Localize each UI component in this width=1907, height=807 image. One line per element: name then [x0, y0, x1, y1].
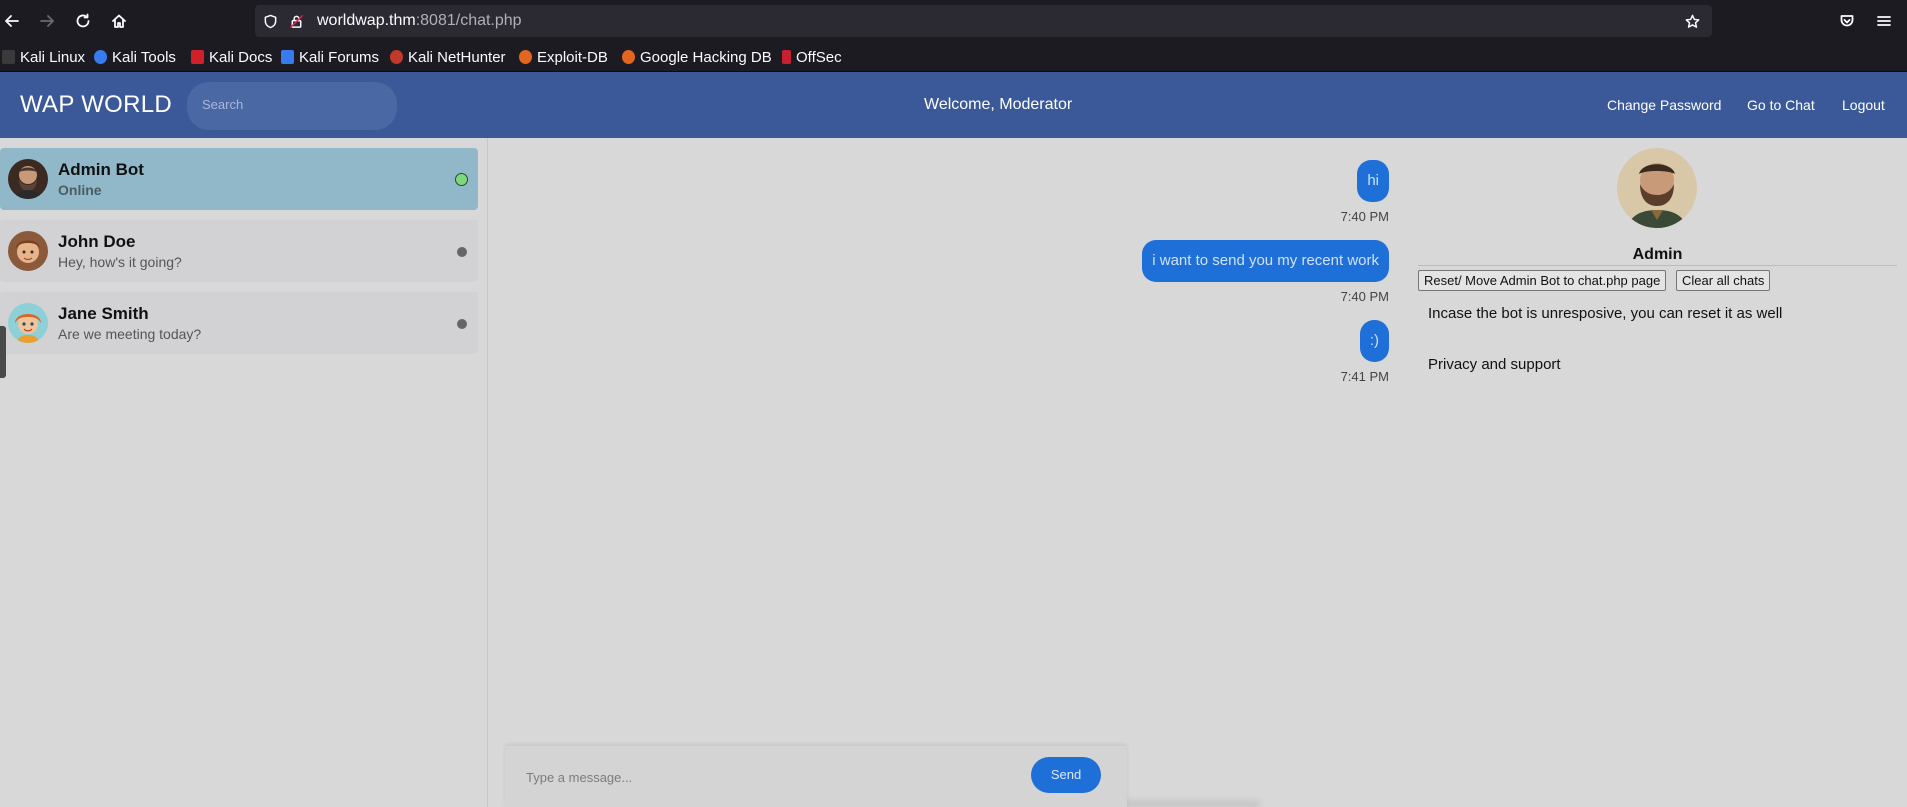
online-status-dot — [455, 173, 468, 186]
bookmark-kali-docs[interactable]: Kali Docs — [191, 48, 272, 66]
reset-admin-bot-button[interactable]: Reset/ Move Admin Bot to chat.php page — [1418, 270, 1667, 291]
offsec-icon — [782, 50, 791, 64]
jane-smith-avatar — [8, 303, 48, 343]
bookmark-exploit-db[interactable]: Exploit-DB — [519, 48, 608, 66]
search-input[interactable]: Search — [187, 82, 397, 130]
forward-arrow-icon[interactable] — [36, 10, 58, 32]
insecure-lock-icon[interactable] — [288, 13, 304, 29]
bookmark-label: Google Hacking DB — [640, 48, 772, 66]
contact-name: Jane Smith — [58, 304, 149, 323]
bookmark-kali-linux[interactable]: Kali Linux — [2, 48, 85, 66]
home-icon[interactable] — [108, 10, 130, 32]
offline-status-dot — [457, 247, 467, 257]
reload-icon[interactable] — [72, 10, 94, 32]
app-header: WAP WORLD Search Welcome, Moderator Chan… — [0, 72, 1907, 138]
url-text[interactable]: worldwap.thm:8081/chat.php — [317, 12, 522, 30]
bookmark-offsec[interactable]: OffSec — [782, 48, 842, 66]
change-password-link[interactable]: Change Password — [1607, 97, 1721, 113]
contact-name: Admin Bot — [58, 160, 144, 179]
clear-all-chats-button[interactable]: Clear all chats — [1676, 270, 1771, 291]
kali-forums-icon — [281, 50, 294, 64]
chat-messages: hi 7:40 PM i want to send you my recent … — [489, 138, 1389, 807]
browser-toolbar: worldwap.thm:8081/chat.php — [0, 0, 1907, 42]
contact-john-doe[interactable]: John Doe Hey, how's it going? — [0, 220, 478, 282]
profile-name: Admin — [1632, 246, 1683, 263]
bot-reset-note: Incase the bot is unresposive, you can r… — [1428, 305, 1783, 322]
offline-status-dot — [457, 319, 467, 329]
bookmark-kali-nethunter[interactable]: Kali NetHunter — [390, 48, 506, 66]
john-doe-avatar — [8, 231, 48, 271]
bookmark-label: Kali Docs — [209, 48, 273, 66]
back-arrow-icon[interactable] — [1, 10, 23, 32]
contact-last-message: Hey, how's it going? — [58, 254, 182, 270]
app-logo[interactable]: WAP WORLD — [20, 91, 172, 119]
contact-admin-bot[interactable]: Admin Bot Online — [0, 148, 478, 210]
url-path: :8081/chat.php — [415, 12, 522, 29]
bookmark-google-hacking-db[interactable]: Google Hacking DB — [622, 48, 772, 66]
url-host: worldwap.thm — [317, 12, 416, 29]
message-time: 7:40 PM — [1340, 209, 1389, 224]
privacy-support-link[interactable]: Privacy and support — [1428, 356, 1561, 373]
contact-status-text: Online — [58, 182, 102, 198]
contact-name: John Doe — [58, 232, 136, 251]
bookmark-label: Kali NetHunter — [408, 48, 506, 66]
message-time: 7:40 PM — [1340, 289, 1389, 304]
message-bubble: i want to send you my recent work — [1142, 240, 1389, 282]
address-bar[interactable]: worldwap.thm:8081/chat.php — [255, 5, 1712, 37]
bookmark-kali-forums[interactable]: Kali Forums — [281, 48, 379, 66]
profile-divider — [1418, 265, 1897, 266]
bookmark-label: OffSec — [796, 48, 842, 66]
bookmark-label: Kali Forums — [299, 48, 380, 66]
contacts-sidebar: Admin Bot Online John Doe Hey, how's it … — [0, 138, 488, 807]
message-bubble: hi — [1357, 160, 1389, 202]
sidebar-scroll-handle[interactable] — [0, 326, 6, 378]
message-bubble: :) — [1359, 320, 1389, 362]
contact-last-message: Are we meeting today? — [58, 326, 202, 342]
message-input[interactable]: Type a message... — [526, 770, 632, 785]
kali-tools-icon — [94, 50, 107, 64]
bookmark-label: Exploit-DB — [537, 48, 608, 66]
pocket-icon[interactable] — [1836, 10, 1858, 32]
ghdb-icon — [622, 50, 635, 64]
welcome-text: Welcome, Moderator — [924, 96, 1073, 113]
bookmarks-bar: Kali Linux Kali Tools Kali Docs Kali For… — [0, 42, 1907, 72]
exploit-db-icon — [519, 50, 532, 64]
logout-link[interactable]: Logout — [1842, 97, 1885, 113]
menu-icon[interactable] — [1873, 10, 1895, 32]
message-composer: Type a message... Send — [505, 746, 1127, 807]
admin-bot-avatar — [8, 159, 48, 199]
nethunter-icon — [390, 50, 403, 64]
bookmark-star-icon[interactable] — [1684, 13, 1700, 29]
bookmark-kali-tools[interactable]: Kali Tools — [94, 48, 176, 66]
shield-icon[interactable] — [262, 13, 278, 29]
admin-profile-avatar — [1617, 148, 1697, 228]
bookmark-label: Kali Linux — [20, 48, 86, 66]
search-placeholder: Search — [202, 97, 244, 112]
bookmark-label: Kali Tools — [112, 48, 176, 66]
contact-jane-smith[interactable]: Jane Smith Are we meeting today? — [0, 292, 478, 354]
send-button[interactable]: Send — [1031, 757, 1101, 793]
kali-dragon-icon — [2, 50, 15, 64]
message-time: 7:41 PM — [1340, 369, 1389, 384]
kali-docs-icon — [191, 50, 204, 64]
go-to-chat-link[interactable]: Go to Chat — [1747, 97, 1815, 113]
